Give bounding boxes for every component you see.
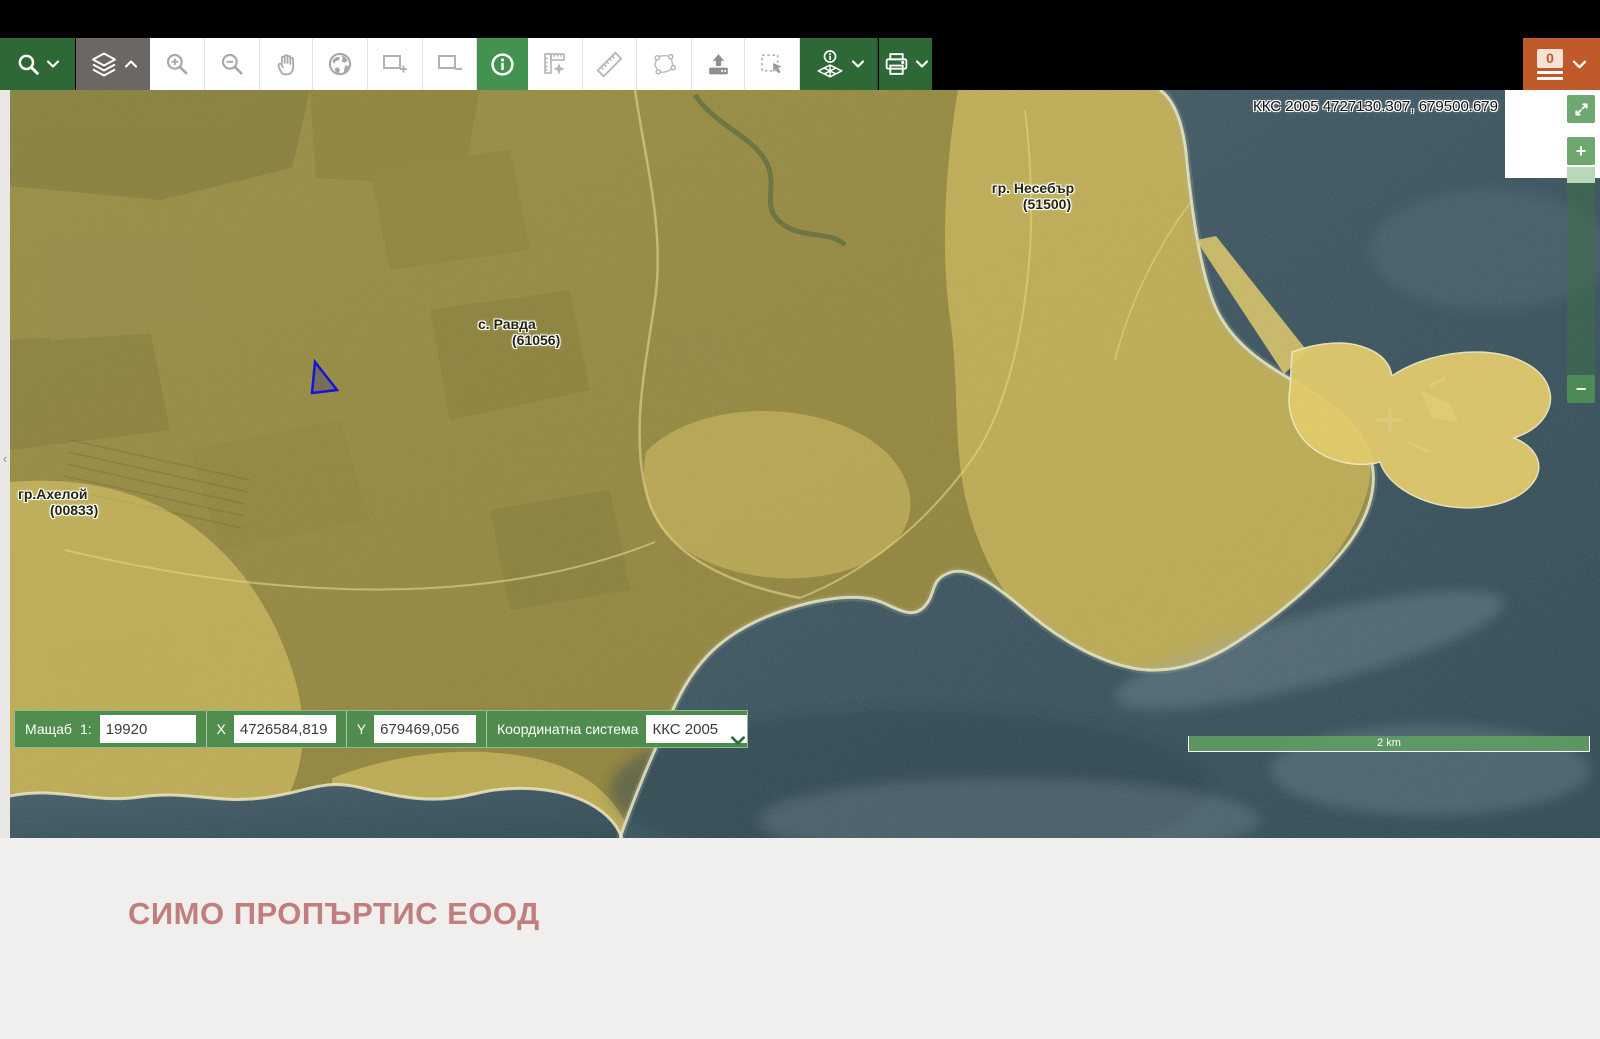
results-count-badge: 0 bbox=[1537, 49, 1563, 68]
y-coordinate-input[interactable] bbox=[374, 715, 476, 743]
results-menu-button[interactable]: 0 bbox=[1523, 38, 1600, 90]
y-label: Y bbox=[357, 721, 366, 737]
zoom-in-button[interactable] bbox=[150, 38, 205, 90]
polygon-icon bbox=[650, 52, 678, 77]
rectangle-plus-icon bbox=[381, 52, 409, 76]
x-coordinate-input[interactable] bbox=[234, 715, 336, 743]
statusbar: Мащаб 1: X Y Координатна система ККС 200… bbox=[14, 710, 748, 748]
select-by-rectangle-button[interactable] bbox=[745, 38, 800, 90]
chevron-up-icon bbox=[125, 60, 137, 68]
divider bbox=[346, 711, 347, 747]
place-label-aheloy: гр.Ахелой (00833) bbox=[18, 486, 98, 518]
layers-button[interactable] bbox=[76, 38, 150, 90]
chevron-down-icon bbox=[1573, 60, 1586, 69]
rectangle-minus-icon bbox=[436, 52, 464, 76]
zoom-out-map-button[interactable]: − bbox=[1567, 375, 1595, 403]
zoom-slider-track[interactable] bbox=[1567, 183, 1595, 375]
chevron-down-icon bbox=[916, 60, 928, 68]
layer-info-button[interactable] bbox=[800, 38, 878, 90]
printer-icon bbox=[883, 51, 910, 77]
upload-button[interactable] bbox=[692, 38, 745, 90]
measure-coordinates-button[interactable] bbox=[528, 38, 583, 90]
ruler-corner-icon bbox=[541, 51, 569, 77]
search-button[interactable] bbox=[0, 38, 75, 90]
upload-icon bbox=[705, 52, 732, 77]
hamburger-lines-icon bbox=[1537, 71, 1563, 80]
measure-distance-button[interactable] bbox=[583, 38, 637, 90]
top-black-strip bbox=[0, 0, 1600, 38]
crs-label: Координатна система bbox=[497, 721, 638, 737]
layer-info-icon bbox=[814, 49, 846, 79]
scale-ratio-prefix: 1: bbox=[80, 721, 92, 737]
ruler-diagonal-icon bbox=[596, 51, 623, 78]
layers-icon bbox=[89, 51, 119, 78]
left-panel-strip: ‹ bbox=[0, 90, 10, 838]
toolbar bbox=[0, 38, 1600, 90]
identify-button[interactable] bbox=[477, 38, 528, 90]
zoom-out-button[interactable] bbox=[205, 38, 260, 90]
measure-area-button[interactable] bbox=[637, 38, 692, 90]
hand-icon bbox=[273, 51, 299, 77]
list-icon: 0 bbox=[1537, 49, 1563, 80]
search-icon bbox=[16, 52, 41, 77]
page-footer: СИМО ПРОПЪРТИС ЕООД bbox=[0, 838, 1600, 1039]
scale-label: Мащаб bbox=[25, 721, 72, 737]
scale-input[interactable] bbox=[100, 715, 196, 743]
globe-icon bbox=[327, 51, 353, 77]
zoom-box-in-button[interactable] bbox=[368, 38, 423, 90]
zoom-out-icon bbox=[219, 51, 245, 77]
collapse-panel-arrow[interactable]: ‹ bbox=[0, 448, 10, 470]
company-name: СИМО ПРОПЪРТИС ЕООД bbox=[128, 896, 540, 932]
crs-select[interactable]: ККС 2005 bbox=[646, 715, 747, 743]
cursor-coordinates-readout: ККС 2005 4727130.307, 679500.679 bbox=[1253, 98, 1498, 115]
gis-application-window: 0 ‹ bbox=[0, 0, 1600, 1039]
map-canvas[interactable]: гр. Несебър (51500) с. Равда (61056) гр.… bbox=[10, 90, 1600, 838]
zoom-in-map-button[interactable]: + bbox=[1567, 137, 1595, 165]
x-label: X bbox=[217, 721, 226, 737]
chevron-down-icon bbox=[852, 60, 864, 68]
zoom-slider-handle[interactable] bbox=[1567, 167, 1595, 183]
scalebar: 2 km bbox=[1188, 736, 1590, 752]
selection-rectangle-icon bbox=[759, 52, 786, 77]
info-icon bbox=[489, 51, 516, 78]
print-button[interactable] bbox=[879, 38, 932, 90]
zoom-in-icon bbox=[164, 51, 190, 77]
fullscreen-button[interactable] bbox=[1567, 95, 1595, 123]
expand-arrows-icon bbox=[1574, 102, 1589, 117]
chevron-down-icon bbox=[731, 736, 745, 745]
place-label-nesebar: гр. Несебър (51500) bbox=[978, 180, 1088, 212]
chevron-down-icon bbox=[47, 60, 59, 68]
pan-button[interactable] bbox=[260, 38, 313, 90]
divider bbox=[206, 711, 207, 747]
place-label-ravda: с. Равда (61056) bbox=[478, 316, 560, 348]
zoom-box-out-button[interactable] bbox=[423, 38, 477, 90]
divider bbox=[486, 711, 487, 747]
overview-globe-button[interactable] bbox=[313, 38, 368, 90]
